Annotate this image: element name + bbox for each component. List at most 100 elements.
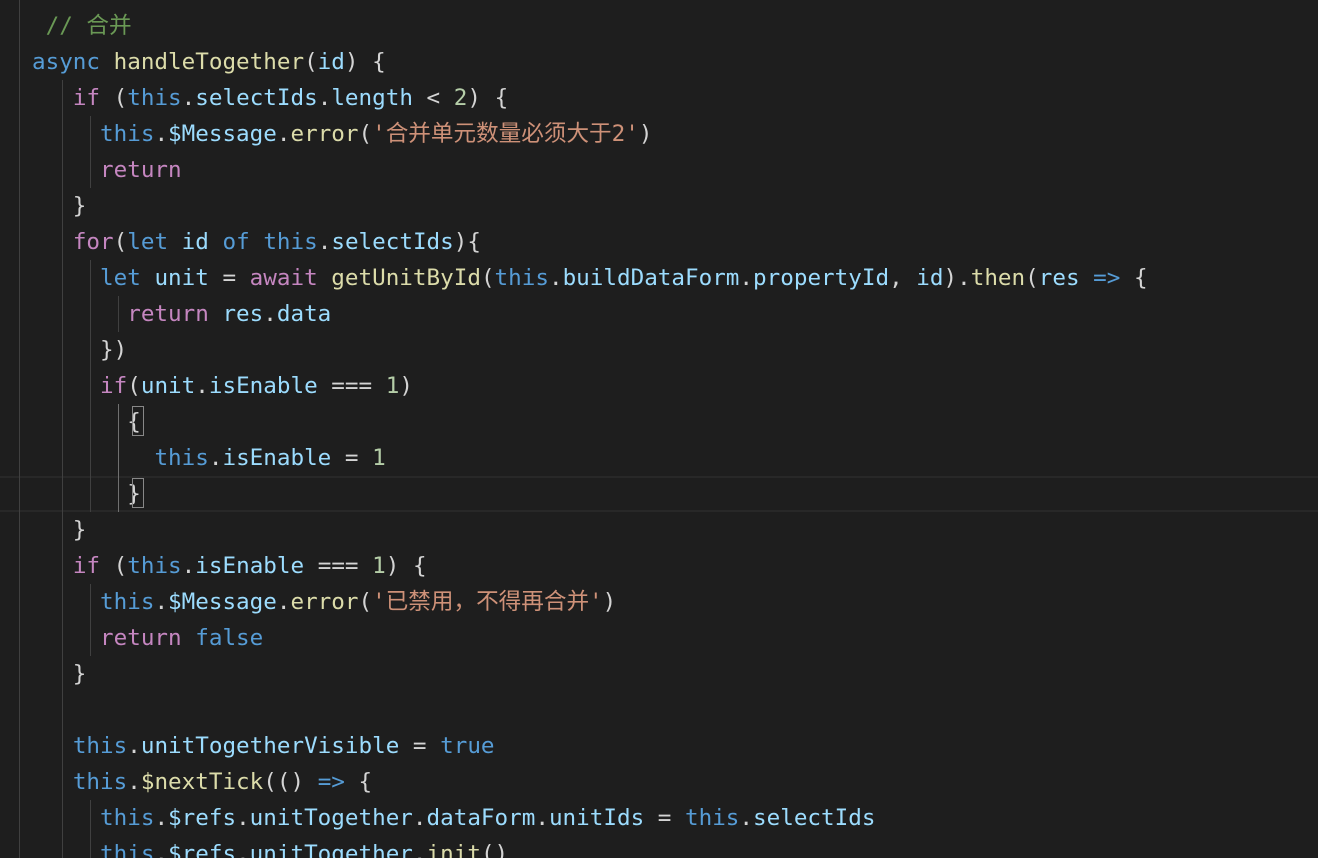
code-token: return: [127, 301, 209, 327]
code-token: }: [32, 481, 141, 507]
code-line[interactable]: }: [0, 476, 1318, 512]
code-token: let: [127, 229, 169, 255]
code-line[interactable]: this.$Message.error('合并单元数量必须大于2'): [0, 116, 1318, 152]
code-token: error: [290, 589, 359, 615]
code-line[interactable]: }: [0, 188, 1318, 224]
code-line[interactable]: // 合并: [0, 8, 1318, 44]
code-token: isEnable: [195, 553, 305, 579]
code-editor[interactable]: // 合并 async handleTogether(id) { if (this…: [0, 0, 1318, 858]
code-token: (: [480, 265, 495, 291]
code-token: }: [32, 661, 87, 687]
code-line[interactable]: return res.data: [0, 296, 1318, 332]
code-line[interactable]: [0, 692, 1318, 728]
code-token: '合并单元数量必须大于2': [372, 121, 639, 147]
code-token: return: [100, 157, 182, 183]
code-token: '已禁用，不得再合并': [372, 589, 603, 615]
code-token: (: [358, 121, 373, 147]
code-token: {: [32, 409, 141, 435]
code-token: (): [480, 841, 509, 858]
code-line[interactable]: this.$Message.error('已禁用，不得再合并'): [0, 584, 1318, 620]
code-token: .: [195, 373, 209, 399]
code-token: this: [494, 265, 549, 291]
code-token: ).: [943, 265, 971, 291]
code-token: $nextTick: [140, 769, 264, 795]
code-token: isEnable: [208, 373, 318, 399]
code-token: .: [412, 805, 427, 831]
code-token: (: [100, 553, 128, 579]
code-token: .: [154, 805, 169, 831]
code-token: res: [1038, 265, 1080, 291]
code-token: return: [100, 625, 182, 651]
code-token: this: [154, 445, 209, 471]
code-token: id: [317, 49, 345, 75]
code-token: unit: [140, 373, 196, 399]
code-token: this: [72, 733, 128, 759]
code-line[interactable]: this.unitTogetherVisible = true: [0, 728, 1318, 764]
code-token: <: [412, 85, 454, 111]
code-line[interactable]: return: [0, 152, 1318, 188]
code-token: .: [127, 733, 141, 759]
code-token: (: [113, 229, 128, 255]
code-line[interactable]: if (this.selectIds.length < 2) {: [0, 80, 1318, 116]
code-line[interactable]: if(unit.isEnable === 1): [0, 368, 1318, 404]
code-token: unitTogetherVisible: [140, 733, 400, 759]
code-token: this: [127, 553, 182, 579]
code-token: (: [304, 49, 318, 75]
code-token: unitIds: [548, 805, 645, 831]
code-token: this: [100, 589, 155, 615]
code-token: res: [222, 301, 264, 327]
code-token: $refs: [168, 805, 237, 831]
code-line[interactable]: }: [0, 656, 1318, 692]
code-line[interactable]: this.isEnable = 1: [0, 440, 1318, 476]
code-token: $Message: [168, 589, 277, 615]
code-line[interactable]: this.$refs.unitTogether.dataForm.unitIds…: [0, 800, 1318, 836]
matching-bracket-open: [132, 406, 144, 436]
code-line[interactable]: for(let id of this.selectIds){: [0, 224, 1318, 260]
code-token: // 合并: [32, 13, 132, 39]
code-line[interactable]: }): [0, 332, 1318, 368]
code-token: (: [100, 85, 128, 111]
code-token: .: [535, 805, 549, 831]
code-line[interactable]: this.$nextTick(() => {: [0, 764, 1318, 800]
code-line[interactable]: let unit = await getUnitById(this.buildD…: [0, 260, 1318, 296]
code-token: }: [32, 193, 87, 219]
code-token: =: [208, 265, 250, 291]
code-token: $Message: [168, 121, 277, 147]
code-token: data: [276, 301, 332, 327]
code-line[interactable]: if (this.isEnable === 1) {: [0, 548, 1318, 584]
code-token: ): [638, 121, 653, 147]
code-token: ((): [263, 769, 318, 795]
code-line[interactable]: async handleTogether(id) {: [0, 44, 1318, 80]
code-token: then: [970, 265, 1026, 291]
code-line[interactable]: }: [0, 512, 1318, 548]
code-token: .: [208, 445, 223, 471]
code-token: dataForm: [426, 805, 536, 831]
code-token: .: [263, 301, 277, 327]
code-token: (: [127, 373, 141, 399]
code-token: propertyId: [753, 265, 890, 291]
code-token: this: [263, 229, 318, 255]
code-line[interactable]: this.$refs.unitTogether.init(): [0, 836, 1318, 858]
code-token: }): [32, 337, 128, 363]
code-token: false: [195, 625, 264, 651]
code-line[interactable]: return false: [0, 620, 1318, 656]
code-token: =>: [317, 769, 345, 795]
code-token: =: [644, 805, 685, 831]
code-token: error: [290, 121, 359, 147]
code-token: getUnitById: [331, 265, 481, 291]
code-line[interactable]: {: [0, 404, 1318, 440]
code-token: 1: [372, 445, 386, 471]
